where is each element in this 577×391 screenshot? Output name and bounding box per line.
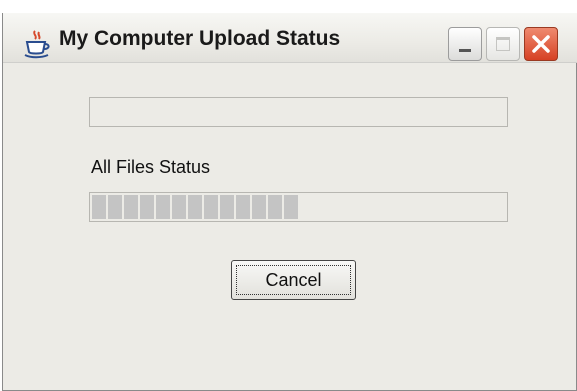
all-files-status-label: All Files Status [91, 157, 211, 177]
minimize-icon [459, 49, 471, 52]
progress-block [268, 195, 282, 219]
current-file-progress-bar [89, 97, 508, 127]
close-icon [532, 35, 550, 53]
minimize-button[interactable] [448, 27, 482, 61]
progress-block [252, 195, 266, 219]
cancel-button-label: Cancel [236, 265, 351, 295]
progress-block [108, 195, 122, 219]
progress-block [124, 195, 138, 219]
progress-block [92, 195, 106, 219]
maximize-button [486, 27, 520, 61]
window-title: My Computer Upload Status [59, 27, 341, 50]
all-files-progress-fill [92, 195, 299, 219]
progress-block [156, 195, 170, 219]
progress-block [188, 195, 202, 219]
progress-block [236, 195, 250, 219]
all-files-progress-bar [89, 192, 508, 222]
progress-block [140, 195, 154, 219]
title-bar[interactable]: My Computer Upload Status [3, 13, 577, 63]
progress-block [172, 195, 186, 219]
cancel-button[interactable]: Cancel [231, 260, 356, 300]
progress-block [220, 195, 234, 219]
close-button[interactable] [524, 27, 558, 61]
progress-block [204, 195, 218, 219]
progress-block [284, 195, 298, 219]
maximize-icon [496, 37, 510, 51]
java-cup-icon [23, 29, 51, 59]
